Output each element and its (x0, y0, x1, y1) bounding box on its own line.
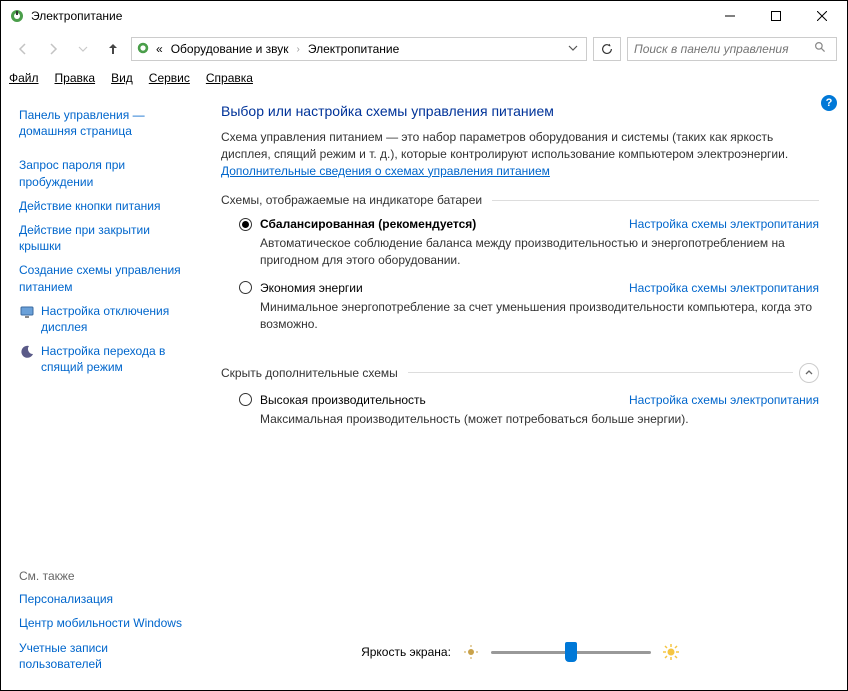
help-icon[interactable]: ? (821, 95, 837, 111)
sidebar-power-button[interactable]: Действие кнопки питания (19, 198, 201, 214)
plan-powersaver-label[interactable]: Экономия энергии (260, 281, 363, 295)
intro-text: Схема управления питанием — это набор па… (221, 129, 819, 179)
plan-highperf-label[interactable]: Высокая производительность (260, 393, 426, 407)
sidebar-create-plan[interactable]: Создание схемы управленияпитанием (19, 262, 201, 294)
sidebar: Панель управления —домашняя страница Зап… (1, 89, 211, 690)
sidebar-display-off[interactable]: Настройка отключениядисплея (41, 303, 169, 335)
navbar: « Оборудование и звук › Электропитание (1, 31, 847, 67)
content: ? Панель управления —домашняя страница З… (1, 89, 847, 690)
radio-balanced[interactable] (239, 218, 252, 231)
slider-thumb[interactable] (565, 642, 577, 662)
address-bar[interactable]: « Оборудование и звук › Электропитание (131, 37, 587, 61)
close-button[interactable] (799, 1, 845, 31)
brightness-slider[interactable] (491, 642, 651, 662)
refresh-button[interactable] (593, 37, 621, 61)
plan-powersaver-desc: Минимальное энергопотребление за счет ум… (260, 299, 819, 333)
menu-view[interactable]: Вид (111, 71, 133, 85)
search-icon (814, 41, 830, 57)
up-button[interactable] (101, 37, 125, 61)
window-title: Электропитание (31, 9, 707, 23)
group-shown-label: Схемы, отображаемые на индикаторе батаре… (221, 193, 488, 207)
plan-balanced-settings[interactable]: Настройка схемы электропитания (629, 217, 819, 231)
minimize-button[interactable] (707, 1, 753, 31)
plan-powersaver-settings[interactable]: Настройка схемы электропитания (629, 281, 819, 295)
radio-powersaver[interactable] (239, 281, 252, 294)
sidebar-personalization[interactable]: Персонализация (19, 591, 201, 607)
menu-service[interactable]: Сервис (149, 71, 190, 85)
maximize-button[interactable] (753, 1, 799, 31)
plan-powersaver: Экономия энергии Настройка схемы электро… (239, 281, 819, 333)
recent-dropdown[interactable] (71, 37, 95, 61)
breadcrumb-prev[interactable]: « (154, 42, 165, 56)
breadcrumb-icon (136, 41, 150, 58)
sleep-icon (19, 344, 35, 360)
display-off-icon (19, 304, 35, 320)
sidebar-mobility[interactable]: Центр мобильности Windows (19, 615, 201, 631)
group-hidden-plans: Скрыть дополнительные схемы Высокая прои… (221, 363, 819, 446)
plan-highperf: Высокая производительность Настройка схе… (239, 393, 819, 428)
see-also-label: См. также (19, 569, 201, 583)
collapse-button[interactable] (799, 363, 819, 383)
sidebar-home[interactable]: Панель управления —домашняя страница (19, 107, 201, 139)
sidebar-accounts[interactable]: Учетные записипользователей (19, 640, 201, 672)
address-dropdown[interactable] (564, 42, 582, 56)
back-button[interactable] (11, 37, 35, 61)
search-input[interactable] (634, 42, 814, 56)
sun-bright-icon (663, 644, 679, 660)
radio-highperf[interactable] (239, 393, 252, 406)
sun-dim-icon (463, 644, 479, 660)
sidebar-wake-password[interactable]: Запрос пароля припробуждении (19, 157, 201, 189)
breadcrumb-1[interactable]: Оборудование и звук (169, 42, 291, 56)
menu-edit[interactable]: Правка (55, 71, 96, 85)
menu-help[interactable]: Справка (206, 71, 253, 85)
forward-button[interactable] (41, 37, 65, 61)
sidebar-lid-close[interactable]: Действие при закрытиикрышки (19, 222, 201, 254)
brightness-label: Яркость экрана: (361, 645, 451, 659)
plan-balanced-desc: Автоматическое соблюдение баланса между … (260, 235, 819, 269)
plan-balanced-label[interactable]: Сбалансированная (рекомендуется) (260, 217, 476, 231)
group-shown-plans: Схемы, отображаемые на индикаторе батаре… (221, 193, 819, 350)
menu-file[interactable]: Файл (9, 71, 39, 85)
chevron-right-icon: › (295, 44, 302, 55)
brightness-footer: Яркость экрана: (221, 642, 819, 680)
main-panel: Выбор или настройка схемы управления пит… (211, 89, 847, 690)
plan-highperf-desc: Максимальная производительность (может п… (260, 411, 819, 428)
menubar: Файл Правка Вид Сервис Справка (1, 67, 847, 89)
sidebar-sleep[interactable]: Настройка перехода вспящий режим (41, 343, 165, 375)
titlebar: Электропитание (1, 1, 847, 31)
app-icon (9, 8, 25, 24)
search-box[interactable] (627, 37, 837, 61)
plan-balanced: Сбалансированная (рекомендуется) Настрой… (239, 217, 819, 269)
group-hidden-label: Скрыть дополнительные схемы (221, 366, 404, 380)
page-heading: Выбор или настройка схемы управления пит… (221, 103, 819, 119)
plan-highperf-settings[interactable]: Настройка схемы электропитания (629, 393, 819, 407)
breadcrumb-2[interactable]: Электропитание (306, 42, 401, 56)
window: Электропитание « Оборудование и звук › Э… (0, 0, 848, 691)
intro-link[interactable]: Дополнительные сведения о схемах управле… (221, 164, 550, 178)
